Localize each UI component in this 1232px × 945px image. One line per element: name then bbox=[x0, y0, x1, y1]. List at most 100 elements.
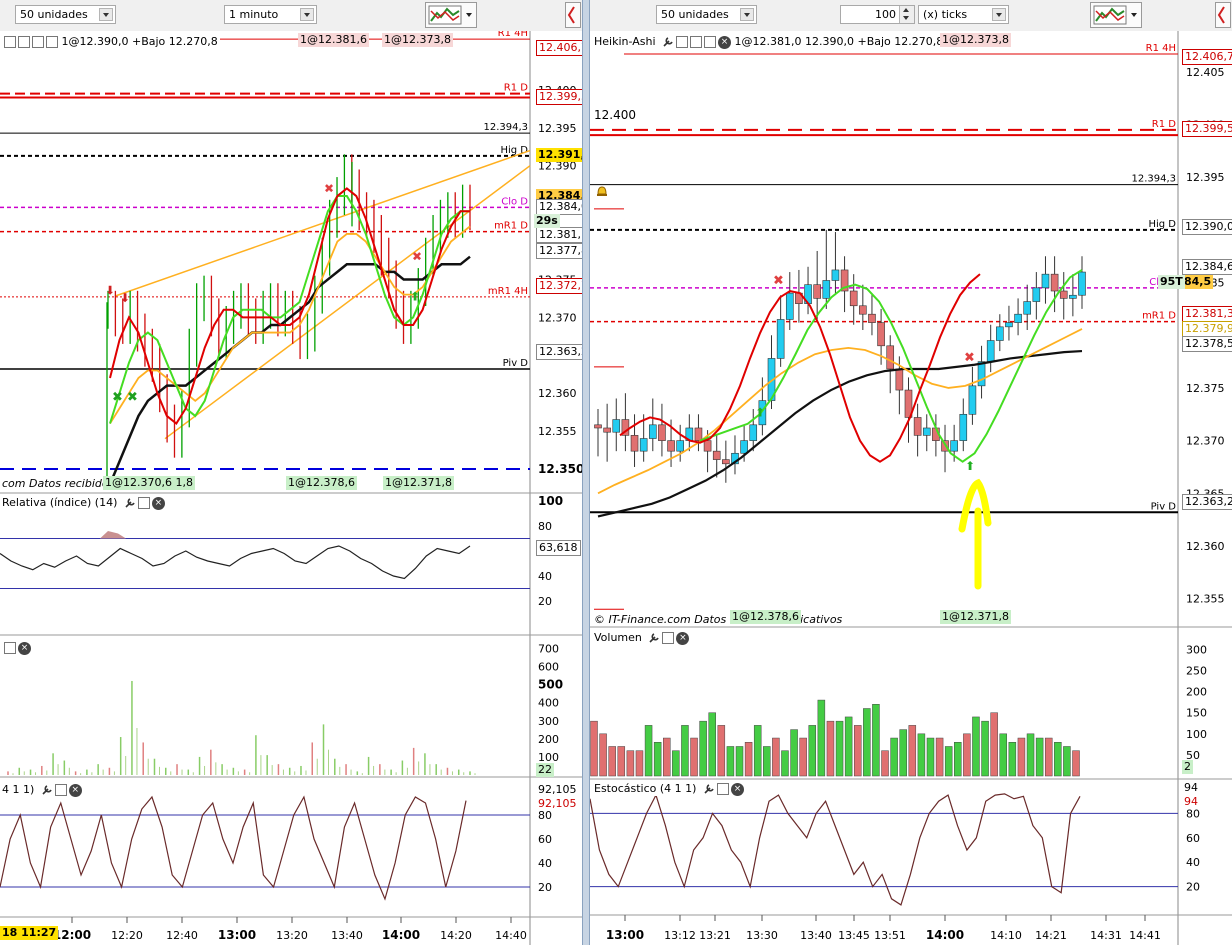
order-icon[interactable] bbox=[32, 36, 44, 48]
left-sell-cross-icon: ✖ bbox=[324, 181, 334, 195]
right-time-axis-label: 13:51 bbox=[874, 929, 906, 942]
right-units-select[interactable]: 50 unidades bbox=[656, 5, 757, 24]
window-icon[interactable] bbox=[54, 784, 67, 796]
bell-icon[interactable] bbox=[690, 36, 703, 48]
order-icon[interactable] bbox=[704, 36, 717, 48]
chevron-down-icon[interactable] bbox=[992, 8, 1006, 21]
right-volume-bar bbox=[1054, 742, 1062, 777]
right-countdown: 95T bbox=[1158, 275, 1185, 289]
right-volume-bar bbox=[781, 750, 789, 777]
right-volume-bar bbox=[972, 716, 980, 777]
time-axis-label: 14:40 bbox=[495, 929, 527, 942]
right-volume-bar bbox=[681, 725, 689, 777]
right-chart-type-button[interactable] bbox=[1090, 2, 1142, 28]
wrench-icon[interactable] bbox=[124, 497, 136, 509]
close-icon[interactable]: × bbox=[676, 631, 690, 645]
ha-candle-body bbox=[630, 435, 639, 452]
chevron-down-icon[interactable] bbox=[740, 8, 754, 21]
pane-splitter[interactable] bbox=[582, 0, 590, 945]
window-icon[interactable] bbox=[676, 36, 689, 48]
ticks-unit-select[interactable]: (x) ticks bbox=[918, 5, 1009, 24]
close-icon[interactable]: × bbox=[718, 35, 732, 49]
ha-candle-body bbox=[849, 290, 858, 307]
close-icon[interactable]: × bbox=[151, 496, 165, 510]
right-volume-bar bbox=[708, 712, 716, 777]
chevron-down-icon[interactable] bbox=[300, 8, 314, 21]
chart-type-icon bbox=[1093, 5, 1137, 25]
bell-alert-icon[interactable] bbox=[595, 183, 609, 197]
ha-candle-body bbox=[703, 440, 712, 452]
left-axis-tick-label: 12.350 bbox=[538, 462, 582, 476]
right-buy-arrow-icon: ⬆ bbox=[965, 459, 975, 473]
ha-candle-body bbox=[722, 459, 730, 465]
right-time-axis-label: 14:41 bbox=[1129, 929, 1161, 942]
right-volume-axis-tick: 250 bbox=[1186, 665, 1207, 678]
wrench-icon[interactable] bbox=[662, 36, 674, 48]
ha-candle-body bbox=[749, 424, 758, 441]
right-volume-header: Volumen × bbox=[592, 630, 692, 645]
right-volume-bar bbox=[835, 720, 844, 777]
right-time-axis-label: 14:31 bbox=[1090, 929, 1122, 942]
close-icon[interactable] bbox=[46, 36, 58, 48]
wrench-icon[interactable] bbox=[41, 784, 53, 796]
time-axis-label: 13:40 bbox=[331, 929, 363, 942]
right-level-label: mR1 D bbox=[1142, 311, 1176, 322]
ha-candle-body bbox=[1050, 273, 1059, 292]
window-icon[interactable] bbox=[4, 642, 16, 654]
right-time-axis-label: 14:00 bbox=[926, 928, 964, 942]
wrench-icon[interactable] bbox=[648, 632, 660, 644]
right-volume-bar bbox=[872, 704, 880, 777]
left-interval-select[interactable]: 1 minuto bbox=[224, 5, 317, 24]
right-volume-bar bbox=[1063, 746, 1071, 777]
rsi-axis-tick: 20 bbox=[538, 595, 552, 608]
ha-candle-body bbox=[986, 340, 995, 362]
right-stoch-axis-tick: 40 bbox=[1186, 856, 1200, 869]
right-level-label: Hig D bbox=[1148, 219, 1176, 230]
window-icon[interactable] bbox=[716, 783, 729, 795]
ha-candle-body bbox=[1023, 301, 1032, 315]
wrench-icon[interactable] bbox=[703, 783, 715, 795]
ha-candle-body bbox=[1032, 287, 1041, 302]
right-big-label: 12.400 bbox=[594, 108, 636, 122]
right-hig-d-box: 12.390,0 bbox=[1182, 219, 1232, 235]
ha-candle-body bbox=[594, 424, 602, 429]
right-stoch-value-1: 94 bbox=[1182, 781, 1200, 795]
left-scroll-button[interactable] bbox=[565, 2, 581, 28]
right-volume-bar bbox=[944, 746, 953, 777]
close-icon[interactable]: × bbox=[68, 783, 82, 797]
right-axis-tick-label: 12.370 bbox=[1186, 435, 1225, 448]
left-stoch-value-1: 92,105 bbox=[536, 783, 579, 797]
ha-candle-body bbox=[1078, 271, 1086, 296]
left-countdown: 29s bbox=[534, 214, 560, 228]
left-level-label: Piv D bbox=[503, 358, 529, 369]
left-units-select[interactable]: 50 unidades bbox=[15, 5, 116, 24]
spinner-icon[interactable] bbox=[899, 6, 914, 23]
volume-axis-tick: 300 bbox=[538, 715, 559, 728]
right-scroll-button[interactable] bbox=[1215, 2, 1231, 28]
left-buy-cross-icon: ✖ bbox=[112, 390, 123, 405]
ticks-stepper[interactable]: 100 bbox=[840, 5, 915, 24]
window-icon[interactable] bbox=[137, 497, 150, 509]
right-sell-cross-icon: ✖ bbox=[773, 274, 784, 289]
left-units-value: 50 unidades bbox=[20, 8, 88, 21]
close-icon[interactable]: × bbox=[18, 641, 31, 655]
right-volume-bar bbox=[881, 750, 889, 777]
bell-icon[interactable] bbox=[18, 36, 30, 48]
ha-candle-body bbox=[648, 424, 657, 439]
right-price-box-1: 12.384,6 bbox=[1182, 259, 1232, 275]
right-volume-bar bbox=[799, 737, 807, 777]
right-volume-bar bbox=[853, 725, 862, 777]
right-footer-quote-2: 1@12.371,8 bbox=[940, 610, 1011, 624]
window-icon[interactable] bbox=[662, 632, 675, 644]
close-icon[interactable]: × bbox=[730, 782, 744, 796]
window-icon[interactable] bbox=[4, 36, 16, 48]
chevron-down-icon[interactable] bbox=[99, 8, 113, 21]
left-buy-cross-icon: ✖ bbox=[127, 390, 138, 405]
right-volume-bar bbox=[608, 746, 616, 777]
right-volume-bar bbox=[926, 737, 935, 777]
right-chart-area[interactable]: 12.40512.40012.39512.39012.38512.38012.3… bbox=[590, 31, 1232, 945]
ha-candle-body bbox=[667, 440, 675, 452]
left-chart-type-button[interactable] bbox=[425, 2, 477, 28]
right-r1-d-box: 12.399,5 bbox=[1182, 121, 1232, 137]
right-volume-bar bbox=[981, 720, 989, 777]
